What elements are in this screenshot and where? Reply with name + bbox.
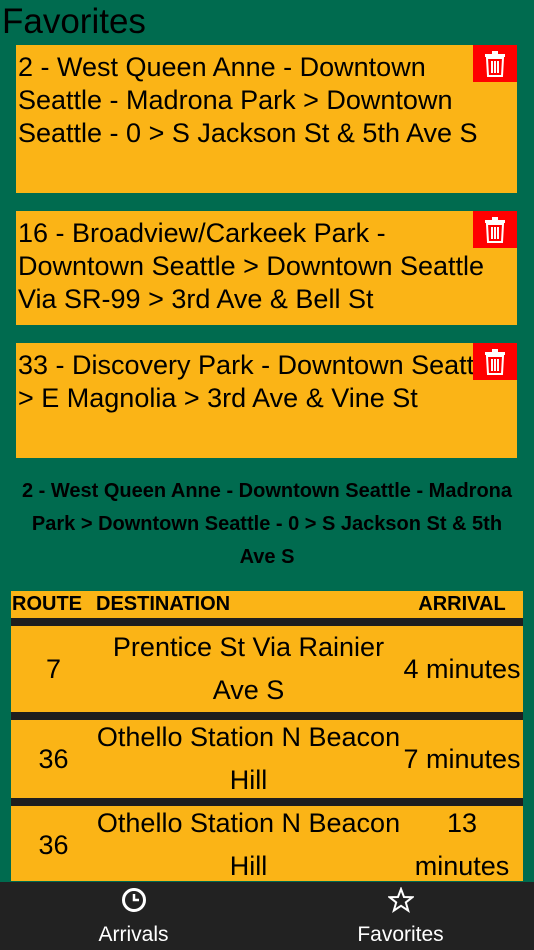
favorite-item[interactable]: 2 - West Queen Anne - Downtown Seattle -… (16, 45, 517, 193)
favorite-item-text: 16 - Broadview/Carkeek Park - Downtown S… (18, 218, 485, 314)
nav-favorites[interactable]: Favorites (267, 882, 534, 950)
selected-stop-title: 2 - West Queen Anne - Downtown Seattle -… (21, 480, 513, 568)
star-icon (387, 887, 414, 913)
favorite-item[interactable]: 33 - Discovery Park - Downtown Seattle >… (16, 343, 517, 458)
arrivals-table: ROUTE DESTINATION ARRIVAL 7 Prentice St … (11, 591, 523, 881)
delete-favorite-button[interactable] (473, 343, 517, 380)
nav-arrivals-label: Arrivals (98, 923, 169, 946)
trash-icon (485, 348, 505, 375)
header-destination: DESTINATION (96, 593, 231, 615)
header-arrival: ARRIVAL (418, 593, 506, 615)
table-row: 7 Prentice St Via Rainier Ave S 4 minute… (11, 626, 523, 712)
row-arrival: 4 minutes (403, 653, 521, 684)
trash-icon (485, 216, 505, 243)
table-row: 36 Othello Station N Beacon Hill 13 minu… (11, 798, 523, 881)
favorite-item-text: 2 - West Queen Anne - Downtown Seattle -… (18, 52, 478, 148)
bottom-nav: Arrivals Favorites (0, 882, 534, 950)
table-header: ROUTE DESTINATION ARRIVAL (11, 591, 523, 626)
delete-favorite-button[interactable] (473, 45, 517, 82)
trash-icon (485, 50, 505, 77)
row-route: 36 (38, 743, 69, 774)
nav-arrivals[interactable]: Arrivals (0, 882, 267, 950)
table-row: 36 Othello Station N Beacon Hill 7 minut… (11, 712, 523, 798)
delete-favorite-button[interactable] (473, 211, 517, 248)
row-route: 7 (45, 653, 62, 684)
header-route: ROUTE (12, 593, 82, 615)
row-destination: Othello Station N Beacon Hill (96, 808, 401, 881)
row-route: 36 (38, 829, 69, 860)
nav-favorites-label: Favorites (357, 923, 444, 946)
row-destination: Othello Station N Beacon Hill (96, 722, 401, 795)
page-title: Favorites (2, 2, 146, 41)
favorite-item-text: 33 - Discovery Park - Downtown Seattle >… (18, 350, 496, 413)
clock-icon (121, 888, 146, 912)
row-arrival: 7 minutes (403, 743, 521, 774)
row-arrival: 13 minutes (414, 808, 510, 881)
row-destination: Prentice St Via Rainier Ave S (112, 632, 385, 705)
favorite-item[interactable]: 16 - Broadview/Carkeek Park - Downtown S… (16, 211, 517, 325)
